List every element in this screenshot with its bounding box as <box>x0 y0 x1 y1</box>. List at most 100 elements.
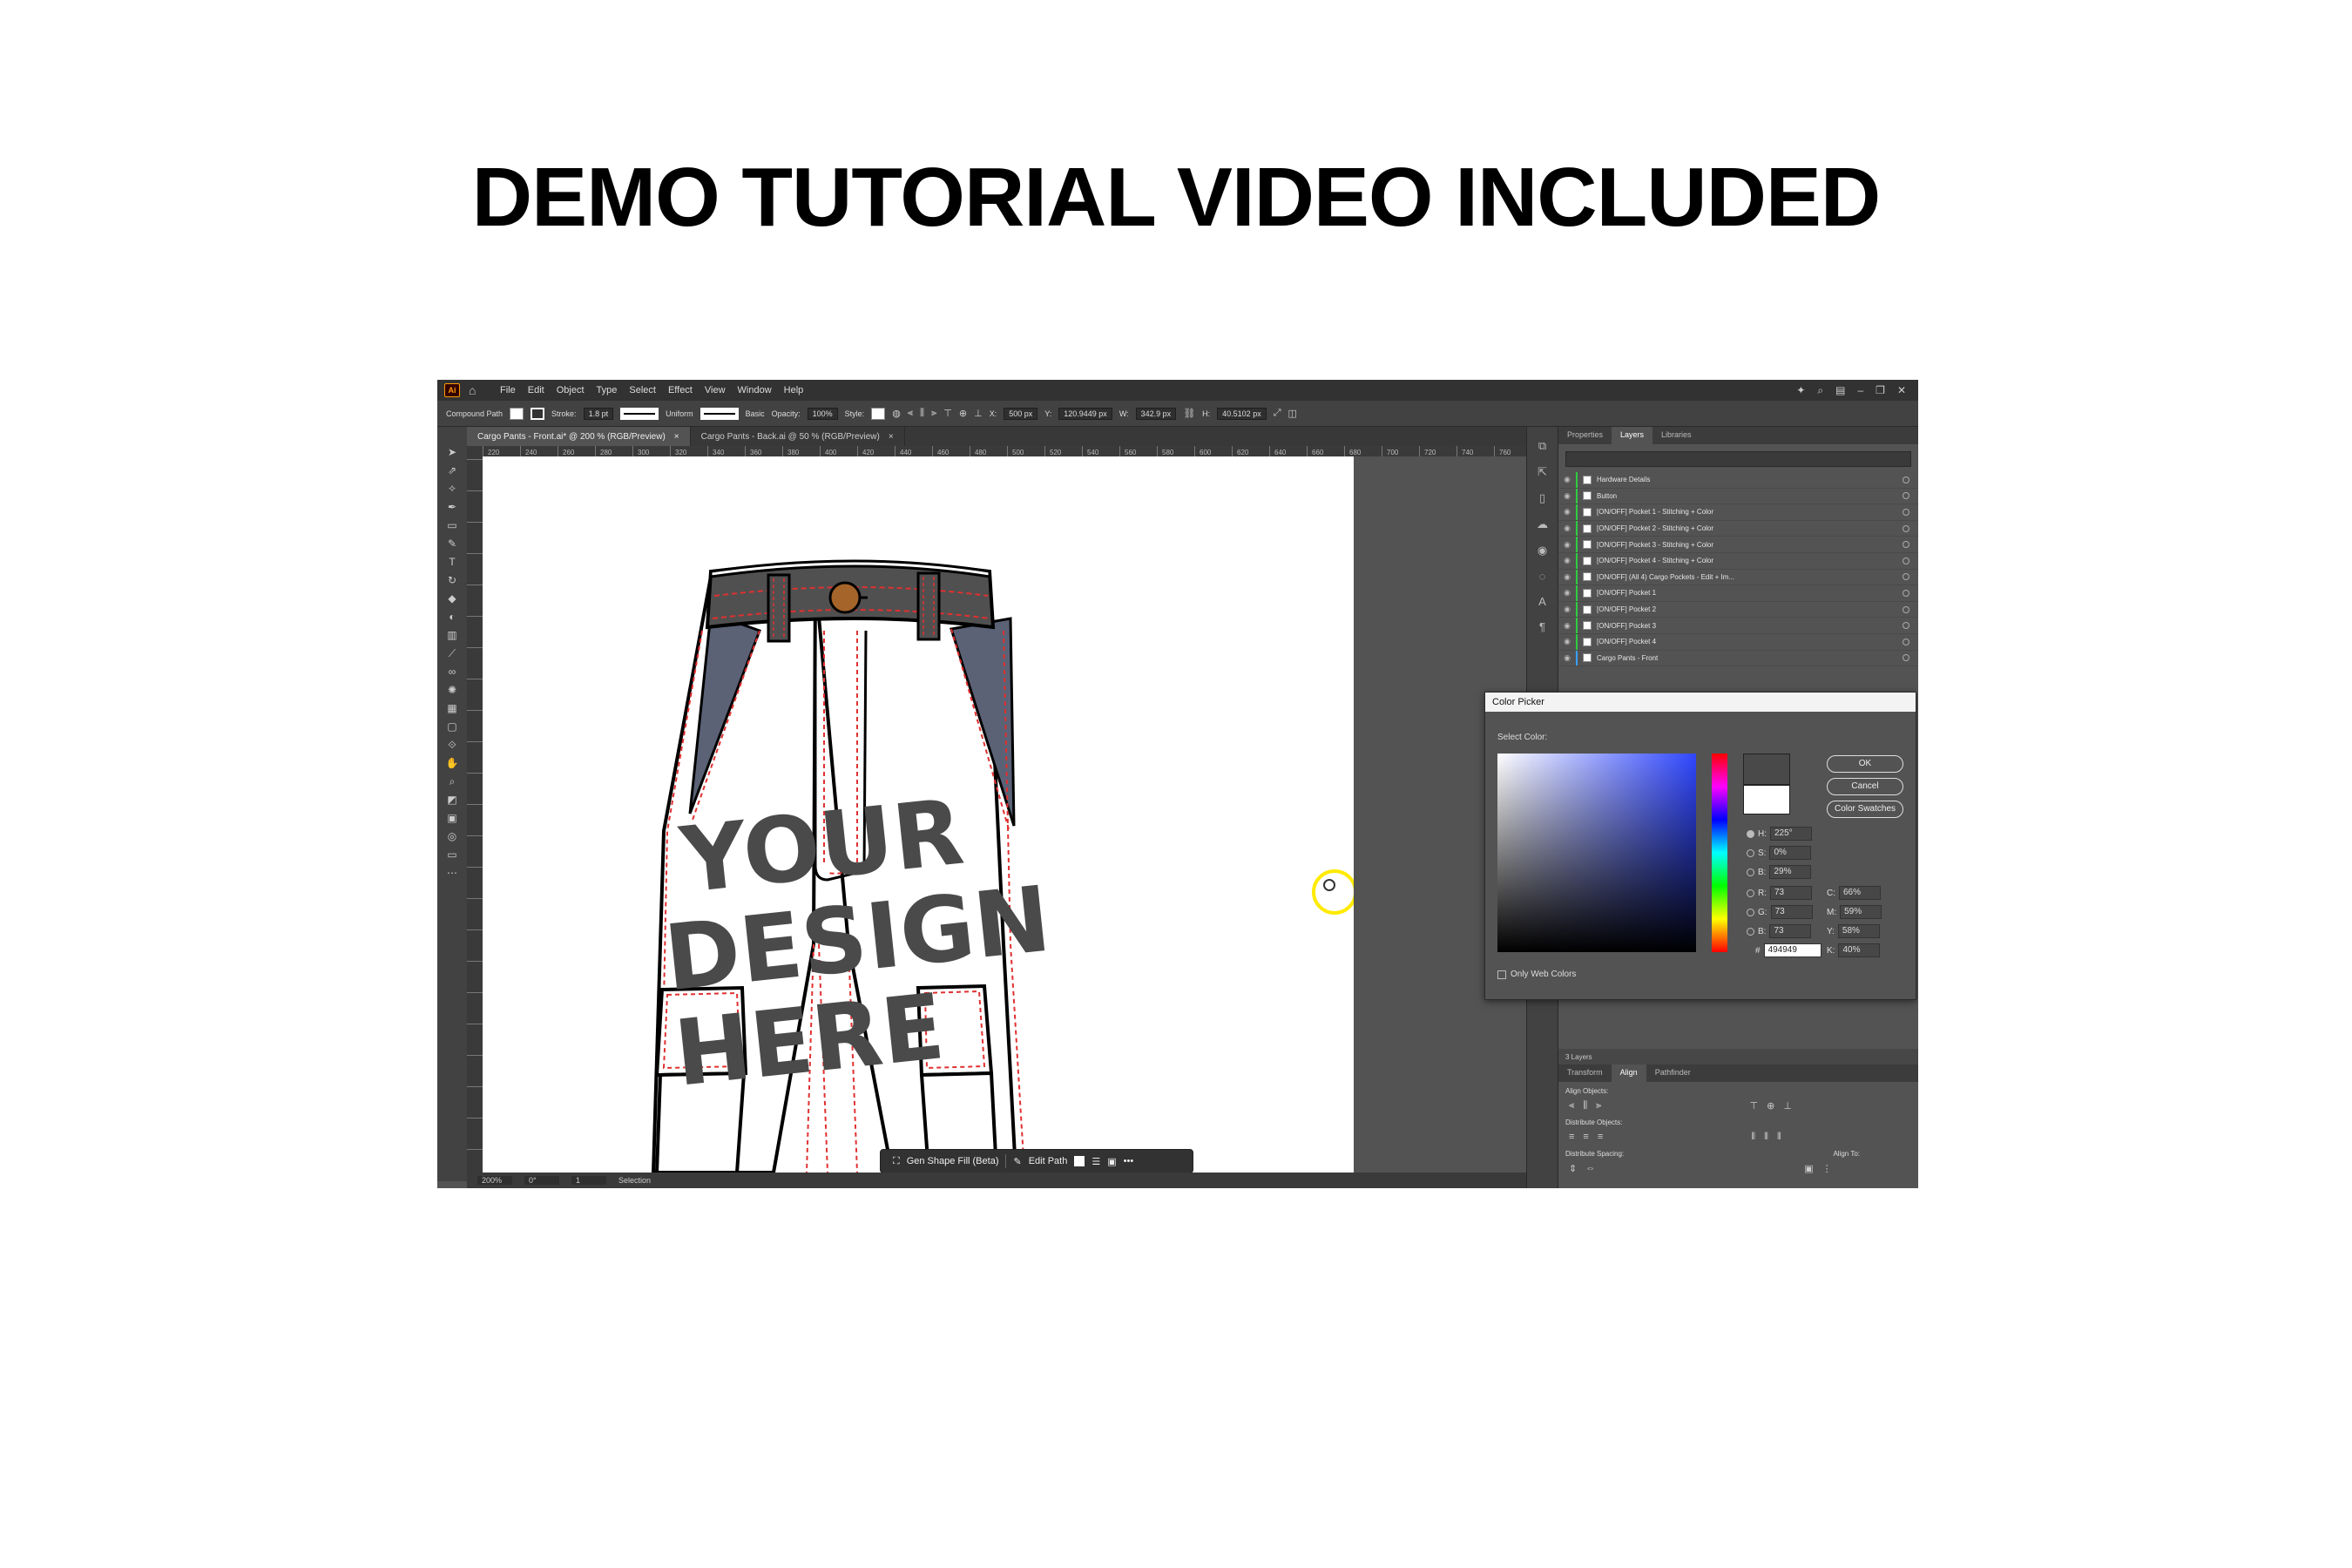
more-tools-icon[interactable]: ⋯ <box>444 867 460 879</box>
distribute-bottom-icon[interactable]: ≡ <box>1598 1132 1603 1143</box>
opacity-field[interactable]: 100% <box>807 407 838 420</box>
edit-path-button[interactable]: Edit Path <box>1029 1156 1068 1166</box>
align-left-icon[interactable]: ⫷ <box>1569 1100 1574 1112</box>
align-to-grid-icon[interactable]: ⋮ <box>1822 1163 1832 1174</box>
align-center-icon[interactable]: ⫼ <box>920 408 924 419</box>
tab-pathfinder[interactable]: Pathfinder <box>1646 1064 1700 1082</box>
direct-selection-tool-icon[interactable]: ⇗ <box>444 464 460 476</box>
tab-close-icon[interactable]: × <box>889 432 894 442</box>
align-bottom-icon[interactable]: ⊥ <box>974 408 983 419</box>
visibility-eye-icon[interactable]: ◉ <box>1558 475 1576 484</box>
group-icon[interactable]: ▣ <box>1107 1156 1116 1167</box>
layer-row[interactable]: ◉ [ON/OFF] Pocket 3 <box>1558 618 1918 634</box>
hue-radio[interactable] <box>1747 829 1754 838</box>
red-radio[interactable] <box>1747 889 1754 897</box>
tab-front[interactable]: Cargo Pants - Front.ai* @ 200 % (RGB/Pre… <box>467 427 691 446</box>
rotate-tool-icon[interactable]: ↻ <box>444 574 460 586</box>
fill-stroke-icon[interactable]: ◩ <box>444 794 460 806</box>
align-vcenter-icon[interactable]: ⊕ <box>1767 1100 1774 1112</box>
tab-align[interactable]: Align <box>1611 1064 1646 1082</box>
character-icon[interactable]: A <box>1538 595 1546 608</box>
w-field[interactable]: 342.9 px <box>1135 407 1177 420</box>
color-icon[interactable]: ◉ <box>1538 544 1547 558</box>
selection-tool-icon[interactable]: ➤ <box>444 446 460 458</box>
layer-row[interactable]: ◉ [ON/OFF] (All 4) Cargo Pockets - Edit +… <box>1558 569 1918 586</box>
drawing-mode-icon[interactable]: ◎ <box>444 830 460 842</box>
distribute-hcenter-icon[interactable]: ⦀ <box>1764 1132 1768 1143</box>
symbol-sprayer-icon[interactable]: ✺ <box>444 684 460 696</box>
stroke-weight-field[interactable]: 1.8 pt <box>583 407 614 420</box>
original-color-preview[interactable] <box>1743 785 1790 814</box>
paintbrush-tool-icon[interactable]: ✎ <box>444 537 460 550</box>
cyan-input[interactable]: 66% <box>1839 886 1881 900</box>
layer-row[interactable]: ◉ [ON/OFF] Pocket 3 - Stitching + Color <box>1558 537 1918 553</box>
visibility-eye-icon[interactable]: ◉ <box>1558 653 1576 663</box>
red-input[interactable]: 73 <box>1770 886 1812 900</box>
visibility-eye-icon[interactable]: ◉ <box>1558 491 1576 501</box>
menu-edit[interactable]: Edit <box>528 385 544 395</box>
document-icon[interactable]: ▯ <box>1539 491 1545 505</box>
export-icon[interactable]: ⇱ <box>1538 465 1547 479</box>
tab-close-icon[interactable]: × <box>674 432 679 442</box>
visibility-eye-icon[interactable]: ◉ <box>1558 556 1576 565</box>
layer-search-input[interactable] <box>1565 451 1911 467</box>
visibility-eye-icon[interactable]: ◉ <box>1558 621 1576 631</box>
fill-square-icon[interactable] <box>1074 1156 1085 1166</box>
target-circle-icon[interactable] <box>1903 573 1909 581</box>
vertical-ruler[interactable] <box>467 446 483 1181</box>
rotate-field[interactable]: 0° <box>524 1176 559 1185</box>
transform-icon[interactable]: ⤢ <box>1274 408 1281 419</box>
zoom-tool-icon[interactable]: ⌕ <box>444 775 460 787</box>
visibility-eye-icon[interactable]: ◉ <box>1558 572 1576 582</box>
align-right-icon[interactable]: ⫸ <box>1596 1100 1601 1112</box>
minimize-icon[interactable]: – <box>1857 384 1863 397</box>
visibility-eye-icon[interactable]: ◉ <box>1558 540 1576 550</box>
pen-tool-icon[interactable]: ✒ <box>444 501 460 513</box>
eraser-tool-icon[interactable]: ◆ <box>444 592 460 605</box>
blend-tool-icon[interactable]: ∞ <box>444 666 460 678</box>
align-left-icon[interactable]: ⫷ <box>908 408 913 419</box>
layer-row[interactable]: ◉ [ON/OFF] Pocket 4 <box>1558 633 1918 651</box>
tab-transform[interactable]: Transform <box>1558 1064 1612 1082</box>
ok-button[interactable]: OK <box>1827 755 1903 773</box>
visibility-eye-icon[interactable]: ◉ <box>1558 605 1576 614</box>
align-middle-icon[interactable]: ⊕ <box>959 408 967 419</box>
close-icon[interactable]: ✕ <box>1897 384 1906 397</box>
x-field[interactable]: 500 px <box>1004 407 1038 420</box>
layer-row[interactable]: ◉ Cargo Pants - Front <box>1558 650 1918 667</box>
tab-layers[interactable]: Layers <box>1612 427 1653 444</box>
distribute-vcenter-icon[interactable]: ≡ <box>1583 1132 1588 1143</box>
hand-tool-icon[interactable]: ✋ <box>444 757 460 769</box>
color-field[interactable] <box>1497 754 1696 952</box>
tab-back[interactable]: Cargo Pants - Back.ai @ 50 % (RGB/Previe… <box>691 427 905 446</box>
color-mode-icon[interactable]: ▣ <box>444 812 460 824</box>
space-horizontal-icon[interactable]: ⇔ <box>1585 1163 1595 1174</box>
only-web-colors-checkbox[interactable] <box>1497 970 1506 979</box>
stroke-swatch[interactable] <box>531 407 545 420</box>
align-hcenter-icon[interactable]: ⫼ <box>1583 1100 1587 1112</box>
magic-wand-icon[interactable]: ✧ <box>444 483 460 495</box>
distribute-right-icon[interactable]: ⦀ <box>1777 1132 1781 1143</box>
visibility-eye-icon[interactable]: ◉ <box>1558 637 1576 646</box>
arrange-icon[interactable]: ▤ <box>1835 384 1845 397</box>
align-top-icon[interactable]: ⊤ <box>943 408 952 419</box>
shape-builder-icon[interactable]: ◐ <box>444 611 460 623</box>
graphic-style-swatch[interactable] <box>871 407 886 420</box>
target-circle-icon[interactable] <box>1903 541 1909 549</box>
saturation-radio[interactable] <box>1747 848 1754 857</box>
libraries-icon[interactable]: ☁ <box>1537 517 1548 531</box>
hex-input[interactable]: 494949 <box>1763 943 1821 957</box>
layer-row[interactable]: ◉ [ON/OFF] Pocket 4 - Stitching + Color <box>1558 552 1918 570</box>
target-circle-icon[interactable] <box>1903 654 1909 662</box>
screen-mode-icon[interactable]: ▭ <box>444 848 460 861</box>
blue-radio[interactable] <box>1747 927 1754 936</box>
align-icon[interactable]: ☰ <box>1092 1156 1100 1167</box>
paragraph-icon[interactable]: ¶ <box>1539 620 1545 633</box>
isolate-icon[interactable]: ◫ <box>1288 408 1297 419</box>
layer-row[interactable]: ◉ [ON/OFF] Pocket 2 <box>1558 601 1918 618</box>
eyedropper-tool-icon[interactable]: ⟋ <box>444 647 460 659</box>
hue-input[interactable]: 225° <box>1770 827 1812 841</box>
yellow-input[interactable]: 58% <box>1837 924 1880 938</box>
layer-row[interactable]: ◉ Hardware Details <box>1558 472 1918 489</box>
target-circle-icon[interactable] <box>1903 638 1909 645</box>
